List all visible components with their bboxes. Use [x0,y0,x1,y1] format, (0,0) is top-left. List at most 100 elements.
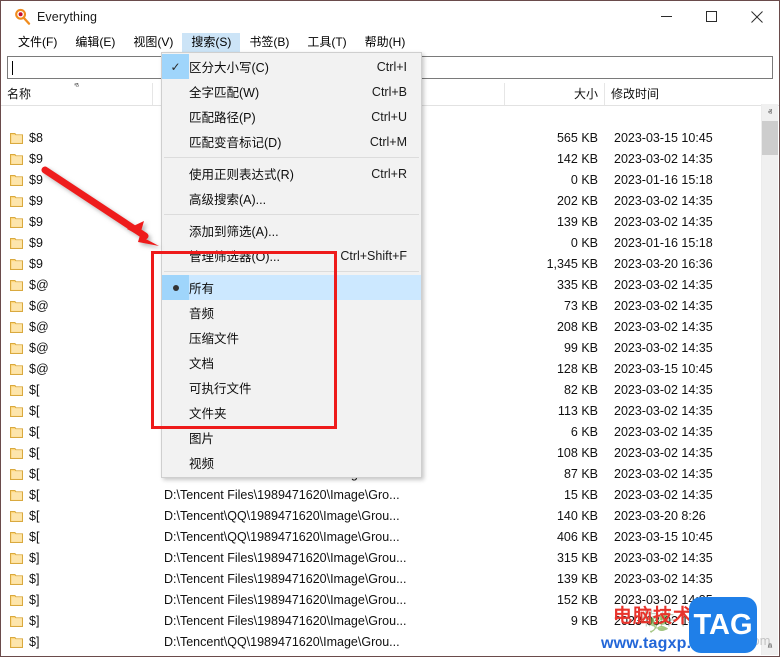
minimize-button[interactable] [644,1,689,32]
menu-item-label: 文档 [189,357,215,371]
file-name-label: $[ [29,424,40,439]
table-row[interactable]: $[D:\Tencent\QQ\1989471620\Image\Grou...… [2,526,762,547]
folder-icon [10,237,23,249]
table-row[interactable]: $] D:\Tencent Files\1989471620\Image\Grou… [2,610,762,631]
filter-document[interactable]: 文档 [162,350,421,375]
menu-bookmark[interactable]: 书签(B) [240,33,298,52]
checkmark-icon: ✓ [162,54,189,79]
menu-view[interactable]: 视图(V) [124,33,182,52]
scroll-down-icon[interactable]: ⱞ [762,638,778,655]
file-name-label: $9 [29,193,43,208]
menu-help[interactable]: 帮助(H) [356,33,415,52]
table-row[interactable]: $] D:\Tencent Files\1989471620\Image\Grou… [2,547,762,568]
close-button[interactable] [734,1,779,32]
menu-gutter [162,425,189,450]
folder-icon [10,300,23,312]
folder-icon [10,510,23,522]
menu-item-label: 匹配变音标记(D) [189,136,282,150]
file-name-label: $] [29,592,40,607]
scroll-up-icon[interactable]: ⱏ [762,104,778,121]
menu-file[interactable]: 文件(F) [9,33,66,52]
vertical-scrollbar[interactable]: ⱏ ⱞ [761,104,778,655]
filter-compressed[interactable]: 压缩文件 [162,325,421,350]
menu-organize-filters[interactable]: 管理筛选器(O)... Ctrl+Shift+F [162,243,421,268]
menu-gutter [162,450,189,475]
file-name-cell: $] [2,635,154,649]
table-row[interactable]: $[D:\Tencent\QQ\1989471620\Image\Grou...… [2,505,762,526]
file-name-cell: $9 [2,215,154,229]
menu-item-shortcut: Ctrl+Shift+F [340,248,407,263]
menu-match-path[interactable]: 匹配路径(P) Ctrl+U [162,104,421,129]
table-row[interactable]: $] D:\Tencent\QQ\1989471620\Image\Grou... [2,631,762,652]
menu-item-shortcut: Ctrl+U [371,109,407,124]
menu-edit[interactable]: 编辑(E) [66,33,124,52]
file-size-cell: 140 KB [556,508,598,523]
table-row[interactable]: $[ D:\Tencent Files\1989471620\Image\Gro.… [2,484,762,505]
filter-picture[interactable]: 图片 [162,425,421,450]
file-name-label: $@ [29,340,49,355]
file-name-label: $[ [29,487,40,502]
file-name-cell: $[ [2,425,154,439]
menu-gutter [162,129,189,154]
file-date-cell: 2023-03-02 14:35 [614,445,713,460]
file-name-cell: $9 [2,194,154,208]
scrollbar-thumb[interactable] [762,121,778,155]
file-path-cell: D:\Tencent Files\1989471620\Image\Gro... [164,487,400,502]
table-row[interactable]: $_D:\Tencent Files\1989471620\Image\Grou… [2,652,762,655]
filter-folder[interactable]: 文件夹 [162,400,421,425]
file-size-cell: 82 KB [563,382,598,397]
search-dropdown-menu[interactable]: ✓ 区分大小写(C) Ctrl+I 全字匹配(W) Ctrl+B 匹配路径(P) Ctrl+… [161,52,422,478]
menu-match-diacritics[interactable]: 匹配变音标记(D) Ctrl+M [162,129,421,154]
file-name-label: $[ [29,508,40,523]
filter-executable[interactable]: 可执行文件 [162,375,421,400]
file-name-cell: $[ [2,488,154,502]
menu-item-label: 高级搜索(A)... [189,193,267,207]
column-header-size-label: 大小 [573,87,598,101]
folder-icon [10,258,23,270]
menu-gutter [162,186,189,211]
menu-advanced-search[interactable]: 高级搜索(A)... [162,186,421,211]
file-size-cell: 315 KB [556,550,598,565]
file-name-cell: $@ [2,341,154,355]
column-header-date[interactable]: 修改时间 [605,83,764,105]
menu-search[interactable]: 搜索(S) [182,32,241,52]
maximize-button[interactable] [689,1,734,32]
filter-video[interactable]: 视频 [162,450,421,475]
menu-item-shortcut: Ctrl+R [371,166,407,181]
menu-use-regex[interactable]: 使用正则表达式(R) Ctrl+R [162,161,421,186]
file-date-cell: 2023-03-02 14:35 [614,151,713,166]
folder-icon [10,552,23,564]
file-date-cell: 2023-03-02 14:35 [614,424,713,439]
file-name-cell: $] [2,593,154,607]
file-date-cell: 2023-03-02 14:35 [614,487,713,502]
filter-everything[interactable]: 所有 [162,275,421,300]
folder-icon [10,405,23,417]
filter-audio[interactable]: 音频 [162,300,421,325]
menu-tools[interactable]: 工具(T) [298,33,355,52]
menu-add-to-filter[interactable]: 添加到筛选(A)... [162,218,421,243]
file-name-cell: $@ [2,278,154,292]
file-name-label: $[ [29,529,40,544]
folder-icon [10,636,23,648]
folder-icon [10,279,23,291]
folder-icon [10,132,23,144]
menu-gutter [162,218,189,243]
file-size-cell: 9 KB [570,613,598,628]
file-name-label: $[ [29,403,40,418]
file-name-cell: $[ [2,530,154,544]
table-row[interactable]: $] D:\Tencent Files\1989471620\Image\Grou… [2,589,762,610]
table-row[interactable]: $] D:\Tencent Files\1989471620\Image\Grou… [2,568,762,589]
file-name-cell: $@ [2,299,154,313]
file-name-label: $9 [29,235,43,250]
file-size-cell: 1,345 KB [546,256,598,271]
file-date-cell: 2023-03-20 16:36 [614,256,713,271]
menu-match-case[interactable]: ✓ 区分大小写(C) Ctrl+I [162,54,421,79]
radio-selected-icon [162,275,189,300]
file-size-cell: 113 KB [557,403,598,418]
file-name-cell: $8 [2,131,154,145]
menu-item-label: 区分大小写(C) [189,61,269,75]
menu-match-whole-word[interactable]: 全字匹配(W) Ctrl+B [162,79,421,104]
column-header-date-label: 修改时间 [611,87,660,101]
column-header-size[interactable]: 大小 [505,83,605,105]
column-header-name[interactable]: 名称 ⱏ [1,83,153,105]
